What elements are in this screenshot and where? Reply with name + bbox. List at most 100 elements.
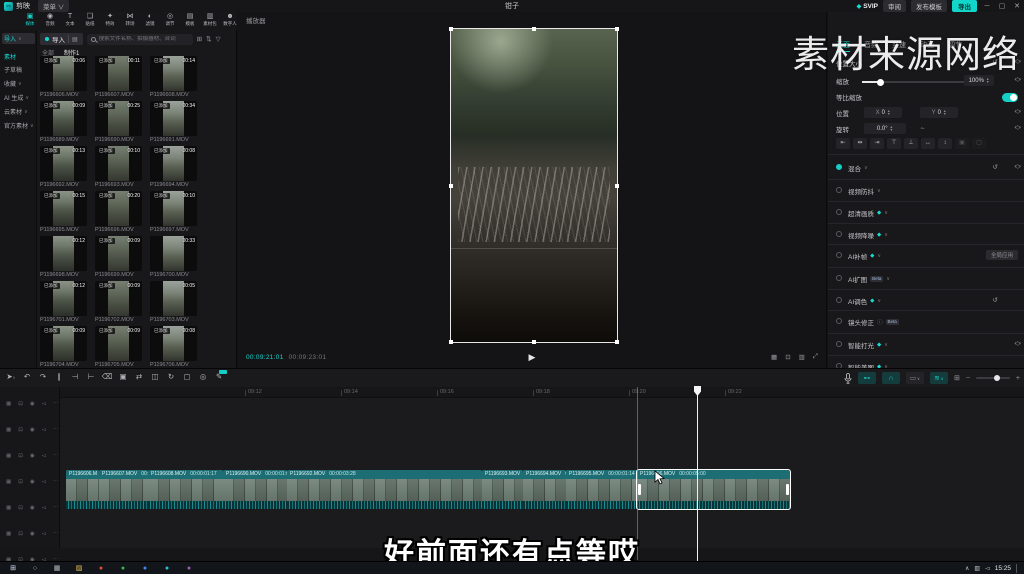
media-thumbnail[interactable]: 已添加00:08P1196694.MOV — [150, 146, 197, 190]
main-track-magnet-toggle[interactable]: ⊷ — [858, 372, 876, 384]
more-icon[interactable]: ⋯ — [53, 427, 59, 433]
tab-音频[interactable]: 音频 — [864, 40, 878, 52]
track-type-icon[interactable]: ▦ — [6, 427, 11, 433]
hide-icon[interactable]: ◉ — [30, 479, 35, 485]
svip-button[interactable]: ◆SVIP — [857, 3, 878, 10]
align-top[interactable]: ⊤ — [887, 138, 901, 149]
track-type-icon[interactable]: ▦ — [6, 479, 11, 485]
media-thumbnail[interactable]: 已添加00:10P1196693.MOV — [95, 146, 142, 190]
section-checkbox[interactable] — [836, 164, 842, 170]
media-thumbnail[interactable]: 已添加00:08P1196706.MOV — [150, 326, 197, 368]
split-button[interactable]: ∥ — [52, 372, 66, 381]
volume-icon[interactable]: ◅ — [985, 565, 990, 572]
sidebar-item-5[interactable]: AI 生成∨ — [2, 92, 35, 103]
mask-button[interactable]: ◎ — [196, 372, 210, 381]
toolbar-item-asset-pack[interactable]: ▥素材包 — [200, 13, 220, 27]
media-thumbnail[interactable]: 已添加00:14P1196608.MOV — [150, 56, 197, 100]
align-left[interactable]: ⇤ — [836, 138, 850, 149]
capcut-app-icon[interactable]: ● — [158, 562, 176, 574]
track-type-icon[interactable]: ▦ — [6, 505, 11, 511]
mute-icon[interactable]: ◅ — [42, 453, 46, 459]
linkage-toggle[interactable]: ▭∨ — [906, 372, 924, 384]
grid-view-icon[interactable]: ⊞ — [197, 35, 202, 43]
rotate-dial-icon[interactable]: ∼ — [920, 125, 925, 132]
section-checkbox[interactable] — [836, 187, 842, 193]
media-thumbnail[interactable]: 已添加00:15P1196695.MOV — [40, 191, 87, 235]
quality-button[interactable]: ▦ — [771, 353, 777, 361]
reset-icon[interactable]: ↺ — [993, 296, 998, 304]
section-checkbox[interactable] — [836, 318, 842, 324]
hide-icon[interactable]: ◉ — [30, 401, 35, 407]
media-thumbnail[interactable]: 已添加00:11P1196607.MOV — [95, 56, 142, 100]
timeline-clip[interactable]: P1196607.MOV00:00:0 — [99, 470, 148, 509]
delete-button[interactable]: ⌫ — [100, 372, 114, 381]
media-thumbnail[interactable]: 已添加00:06P1196606.MOV — [40, 56, 87, 100]
preview-axis-toggle[interactable]: ≋∨ — [930, 372, 948, 384]
browser-icon[interactable]: ● — [92, 562, 110, 574]
app-blue-icon[interactable]: ● — [136, 562, 154, 574]
lock-icon[interactable]: ⊡ — [18, 427, 23, 433]
track-type-icon[interactable]: ▦ — [6, 453, 11, 459]
resize-handle[interactable] — [532, 340, 536, 344]
smart-edit-button[interactable]: ✎ — [212, 372, 226, 381]
mute-icon[interactable]: ◅ — [42, 401, 46, 407]
hide-icon[interactable]: ◉ — [30, 505, 35, 511]
section-视频降噪[interactable]: 视频降噪◆∨ — [828, 227, 1024, 245]
tab-调节[interactable]: 调节 — [948, 40, 962, 52]
timeline-clip[interactable]: P1196694.MOV00 — [523, 470, 566, 509]
media-thumbnail[interactable]: 已添加00:09P1196699.MOV — [95, 236, 142, 280]
reset-icon[interactable]: ↺ — [993, 163, 998, 171]
record-voiceover-icon[interactable] — [844, 373, 852, 384]
toolbar-item-adjust[interactable]: ◎调节 — [160, 13, 180, 27]
section-checkbox[interactable] — [836, 231, 842, 237]
toolbar-item-template[interactable]: ▤模板 — [180, 13, 200, 27]
reset-icon[interactable]: ↺ — [993, 58, 998, 66]
tray-chevron-icon[interactable]: ∧ — [965, 565, 969, 572]
fullscreen-button[interactable]: ⤢ — [813, 353, 818, 361]
notification-center-button[interactable] — [1016, 564, 1022, 573]
section-AI补帧[interactable]: AI补帧◆∨全局应用 — [828, 248, 1024, 266]
section-AI调色[interactable]: AI调色◆∨↺ — [828, 293, 1024, 311]
sidebar-item-6[interactable]: 云素材∨ — [2, 106, 35, 117]
scale-slider[interactable] — [862, 81, 974, 83]
timeline-zoom-slider[interactable] — [976, 377, 1010, 379]
section-checkbox[interactable] — [836, 209, 842, 215]
export-button[interactable]: 导出 — [952, 0, 977, 12]
rotate-button[interactable]: ↻ — [164, 372, 178, 381]
mute-icon[interactable]: ◅ — [42, 505, 46, 511]
section-视频防抖[interactable]: 视频防抖∨ — [828, 183, 1024, 201]
section-智能打光[interactable]: 智能打光◆∨‹◇› — [828, 337, 1024, 355]
hide-icon[interactable]: ◉ — [30, 531, 35, 537]
distribute[interactable]: ↕ — [938, 138, 952, 149]
trim-right-button[interactable]: ⊢ — [84, 372, 98, 381]
sidebar-item-4[interactable]: 收藏∨ — [2, 78, 35, 89]
app-purple-icon[interactable]: ● — [180, 562, 198, 574]
toolbar-item-digital-human[interactable]: ☻数字人 — [220, 13, 240, 27]
media-thumbnail[interactable]: 00:12P1196698.MOV — [40, 236, 87, 280]
trim-left-button[interactable]: ⊣ — [68, 372, 82, 381]
lock-icon[interactable]: ⊡ — [18, 453, 23, 459]
undo-button[interactable]: ↶ — [20, 372, 34, 381]
media-thumbnail[interactable]: 已添加00:13P1196692.MOV — [40, 146, 87, 190]
align-center-v[interactable]: ⊥ — [904, 138, 918, 149]
hide-icon[interactable]: ◉ — [30, 427, 35, 433]
toolbar-item-effects[interactable]: ✦特效 — [100, 13, 120, 27]
position-y-field[interactable]: Y0▲▼ — [920, 107, 958, 118]
resize-handle[interactable] — [615, 340, 619, 344]
media-thumbnail[interactable]: 已添加00:09P1196704.MOV — [40, 326, 87, 368]
toolbar-item-transition[interactable]: ⋈转场 — [120, 13, 140, 27]
media-thumbnail[interactable]: 00:05P1196703.MOV — [150, 281, 197, 325]
toolbar-item-sticker[interactable]: ❏贴纸 — [80, 13, 100, 27]
media-thumbnail[interactable]: 已添加00:25P1196690.MOV — [95, 101, 142, 145]
media-thumbnail[interactable]: 已添加00:20P1196696.MOV — [95, 191, 142, 235]
playhead[interactable] — [697, 386, 698, 561]
select-tool[interactable]: ➤∨ — [4, 372, 18, 381]
task-view-button[interactable]: ▦ — [48, 562, 66, 574]
sort-icon[interactable]: ⇅ — [206, 35, 211, 43]
more-icon[interactable]: ⋯ — [53, 505, 59, 511]
section-checkbox[interactable] — [836, 252, 842, 258]
reverse-button[interactable]: ⇄ — [132, 372, 146, 381]
zoom-in-button[interactable]: + — [1016, 375, 1020, 382]
section-AI扩图[interactable]: AI扩图Beta∨ — [828, 271, 1024, 289]
mirror-button[interactable]: ◫ — [148, 372, 162, 381]
